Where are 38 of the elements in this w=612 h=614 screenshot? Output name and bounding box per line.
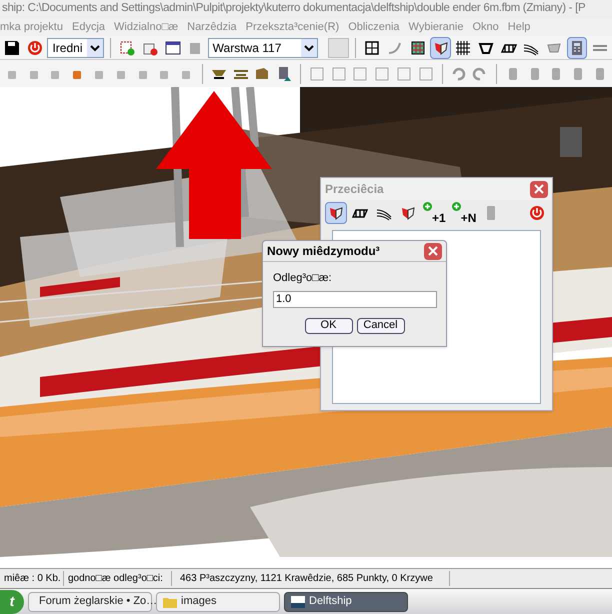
dialog-title: Przeciêcia bbox=[325, 181, 384, 198]
layer-dropdown[interactable]: Warstwa 117 bbox=[208, 38, 318, 58]
taskbar-button[interactable]: Delftship bbox=[284, 592, 408, 612]
dialog-button[interactable]: Cancel bbox=[356, 318, 404, 334]
close-button[interactable] bbox=[424, 242, 442, 260]
field-label: Odleg³o□æ: bbox=[273, 271, 333, 286]
status-text: 463 P³aszczyzny, 1121 Krawêdzie, 685 Punkty, 0 Krzywe bbox=[172, 571, 450, 586]
menu-item[interactable]: Help bbox=[508, 18, 530, 36]
close-button[interactable] bbox=[530, 180, 548, 198]
menu-item[interactable]: Przekszta³cenie(R) bbox=[246, 18, 340, 36]
status-text: miêæ : 0 Kb. bbox=[0, 571, 64, 586]
close-icon bbox=[428, 246, 438, 256]
menu-item[interactable]: Narzêdzia bbox=[187, 18, 237, 36]
menu-item[interactable]: mka projektu bbox=[0, 18, 63, 36]
status-text: godno□æ odleg³o□ci: bbox=[64, 571, 172, 586]
dialog-title: Nowy miêdzymodu³ bbox=[267, 243, 380, 260]
dialog-button[interactable]: OK bbox=[304, 318, 352, 334]
menu-item[interactable]: Wybieranie bbox=[408, 18, 464, 36]
menu-item[interactable]: Edycja bbox=[72, 18, 106, 36]
window-title: ship: C:\Documents and Settings\admin\Pulpit\projekty\kuterro dokumentacja\delftship\double ender 6m.fbm (Zmiany) - [P bbox=[0, 0, 612, 18]
color-swatch[interactable] bbox=[328, 38, 350, 58]
close-icon bbox=[534, 184, 544, 194]
taskbar-button[interactable]: images bbox=[156, 592, 280, 612]
plus-icon bbox=[452, 202, 461, 211]
menu-item[interactable]: Okno bbox=[472, 18, 499, 36]
add-button[interactable]: +N bbox=[450, 202, 478, 224]
folder-icon bbox=[163, 596, 177, 608]
add-button[interactable]: +1 bbox=[421, 202, 448, 224]
menu-item[interactable]: Widzialno□æ bbox=[114, 18, 178, 36]
caret-icon bbox=[301, 38, 318, 56]
caret-icon bbox=[86, 38, 103, 56]
precision-dropdown[interactable]: Iredni bbox=[47, 38, 104, 58]
plus-icon bbox=[423, 202, 432, 211]
distance-input[interactable]: 1.0 bbox=[273, 290, 437, 308]
menu-item[interactable]: Obliczenia bbox=[348, 18, 400, 36]
hull-section-icon[interactable] bbox=[325, 202, 347, 224]
start-button[interactable]: t bbox=[0, 590, 24, 614]
app-icon bbox=[291, 596, 305, 608]
